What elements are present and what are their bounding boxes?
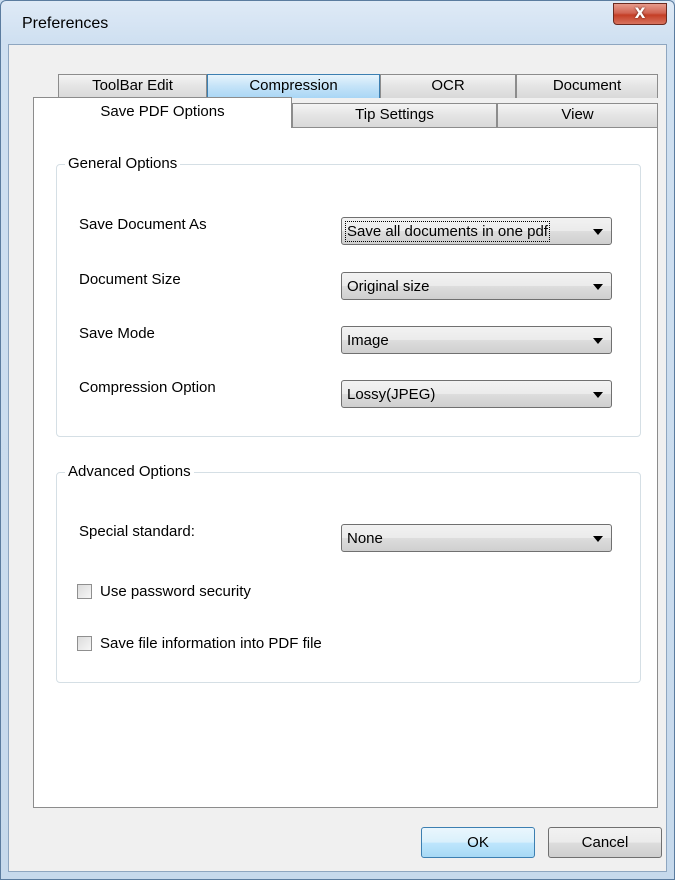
tab-toolbar-edit[interactable]: ToolBar Edit [58,74,207,98]
tab-document[interactable]: Document [516,74,658,98]
save-file-information-label: Save file information into PDF file [100,635,322,652]
special-standard-label: Special standard: [79,523,195,540]
save-pdf-options-panel: General Options Save Document As Save al… [33,127,658,808]
tab-compression[interactable]: Compression [207,74,380,98]
compression-option-label: Compression Option [79,379,216,396]
close-icon: X [634,6,646,22]
save-document-as-label: Save Document As [79,216,207,233]
save-document-as-select[interactable]: Save all documents in one pdf [341,217,612,245]
advanced-options-title: Advanced Options [65,463,194,480]
document-size-select[interactable]: Original size [341,272,612,300]
save-mode-select[interactable]: Image [341,326,612,354]
close-button[interactable]: X [613,3,667,25]
special-standard-select[interactable]: None [341,524,612,552]
tab-view[interactable]: View [497,103,658,127]
use-password-security-label: Use password security [100,583,251,600]
tab-ocr[interactable]: OCR [380,74,516,98]
use-password-security-checkbox[interactable] [77,584,92,599]
general-options-title: General Options [65,155,181,172]
tab-save-pdf-options[interactable]: Save PDF Options [33,97,292,128]
chevron-down-icon [593,338,603,344]
chevron-down-icon [593,536,603,542]
chevron-down-icon [593,284,603,290]
advanced-options-group: Advanced Options Special standard: None … [56,463,641,683]
compression-option-select[interactable]: Lossy(JPEG) [341,380,612,408]
title-bar[interactable]: Preferences X [1,1,675,45]
window-title: Preferences [22,15,109,32]
use-password-security-option[interactable]: Use password security [77,583,251,600]
save-file-information-option[interactable]: Save file information into PDF file [77,635,322,652]
general-options-group: General Options Save Document As Save al… [56,155,641,437]
chevron-down-icon [593,229,603,235]
save-file-information-checkbox[interactable] [77,636,92,651]
cancel-button[interactable]: Cancel [548,827,662,858]
save-mode-label: Save Mode [79,325,155,342]
ok-button[interactable]: OK [421,827,535,858]
document-size-label: Document Size [79,271,181,288]
tab-tip-settings[interactable]: Tip Settings [292,103,497,127]
chevron-down-icon [593,392,603,398]
